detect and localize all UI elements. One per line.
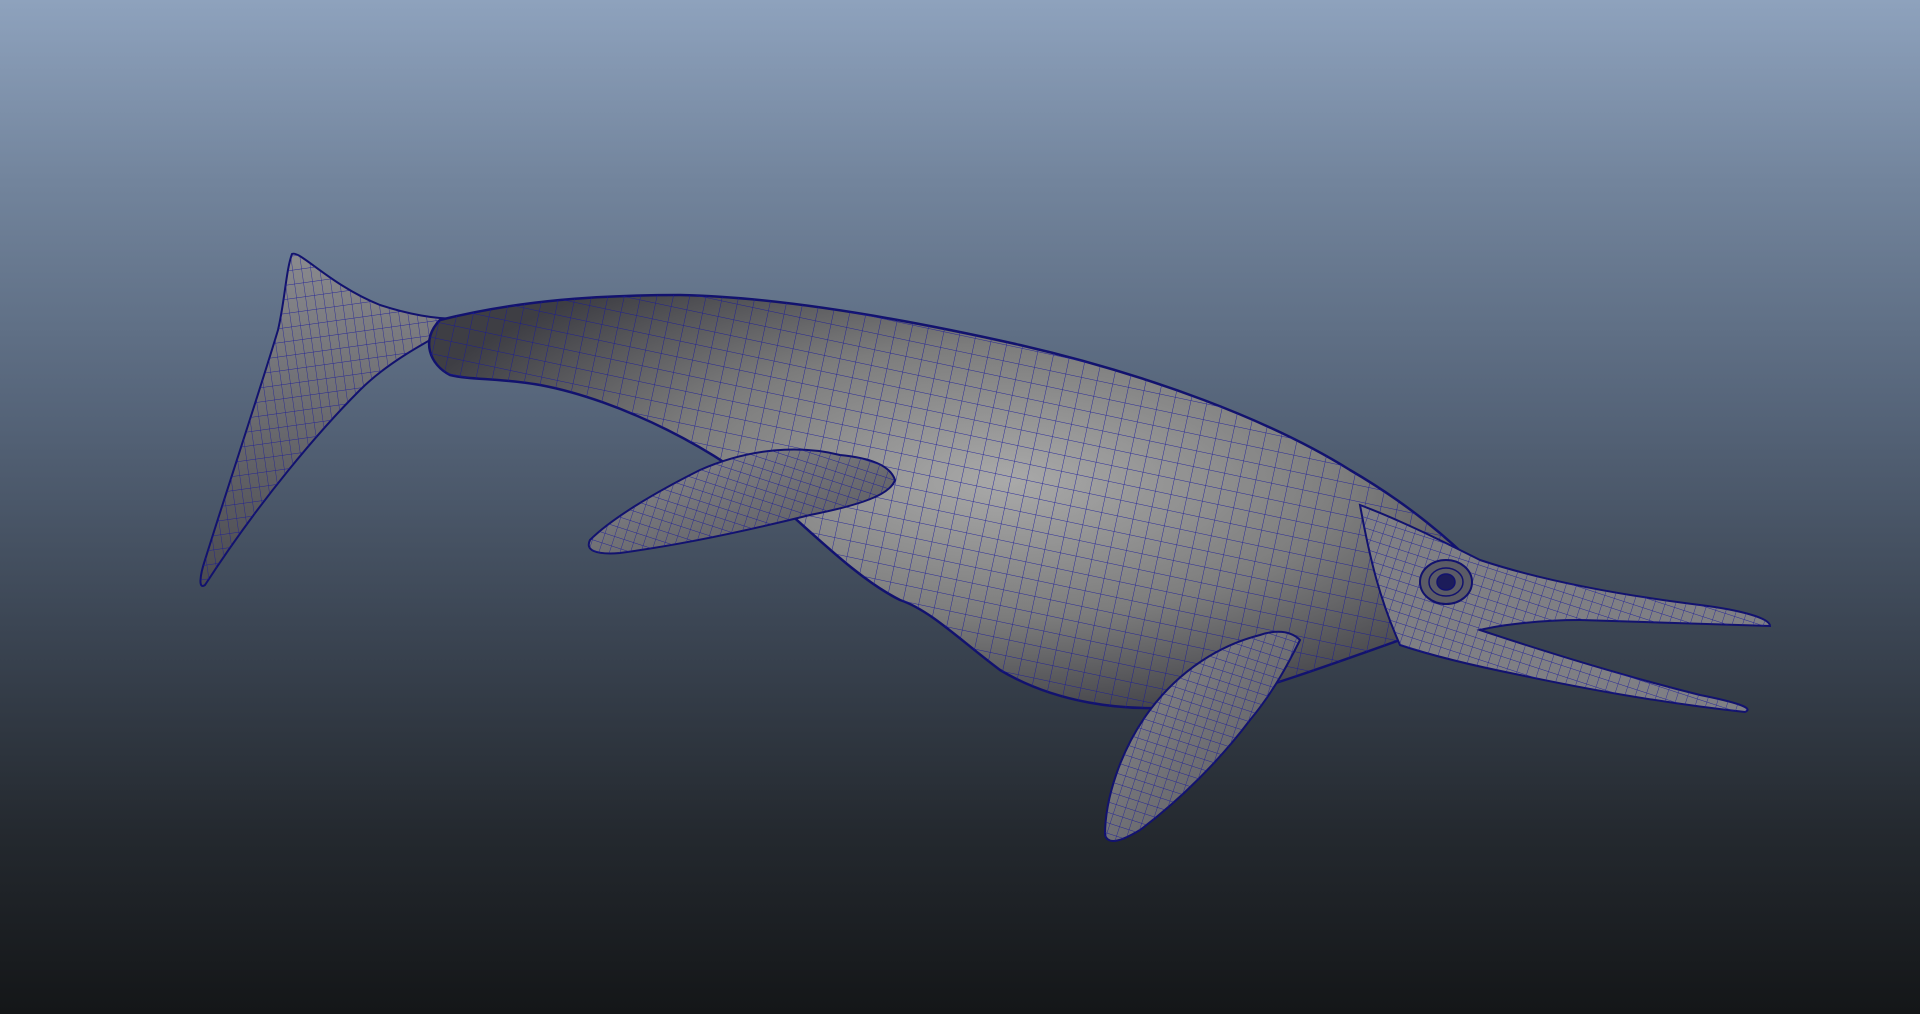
body-mesh[interactable] xyxy=(428,293,1482,710)
3d-viewport[interactable] xyxy=(0,0,1920,1014)
viewport-scene[interactable] xyxy=(0,0,1920,1014)
head-mesh[interactable] xyxy=(1358,503,1772,714)
eye-mesh[interactable] xyxy=(1419,559,1473,605)
tail-fin-mesh[interactable] xyxy=(199,252,471,587)
